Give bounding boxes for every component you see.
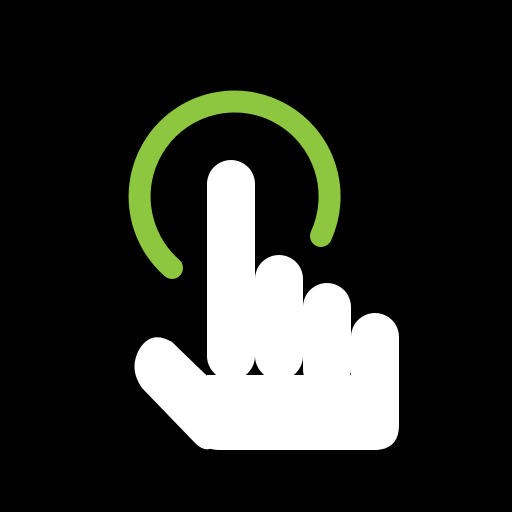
tap-gesture-icon [0, 0, 512, 512]
middle-finger [255, 255, 303, 380]
index-finger [207, 160, 255, 380]
tap-gesture-svg [0, 0, 512, 512]
